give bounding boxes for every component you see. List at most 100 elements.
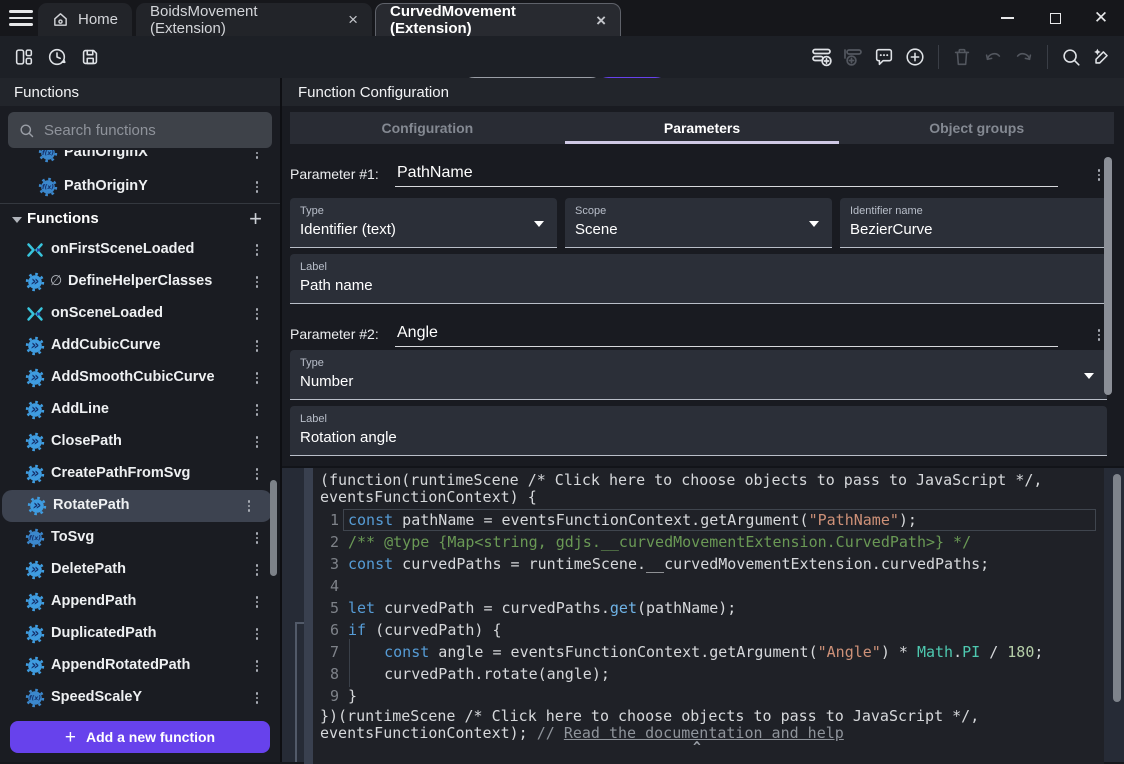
- javascript-code-editor[interactable]: (function(runtimeScene /* Click here to …: [313, 468, 1104, 764]
- code-header[interactable]: (function(runtimeScene /* Click here to …: [320, 472, 1042, 505]
- project-manager-icon[interactable]: [10, 43, 38, 71]
- item-menu-button[interactable]: [252, 242, 262, 258]
- item-label: AppendRotatedPath: [51, 657, 190, 673]
- sidebar-item-ClosePath[interactable]: »ClosePath: [0, 426, 280, 458]
- item-menu-button[interactable]: [252, 530, 262, 546]
- sidebar-item-ToSvg[interactable]: f(x)ToSvg: [0, 522, 280, 554]
- code-footer[interactable]: })(runtimeScene /* Click here to choose …: [320, 708, 979, 741]
- window-minimize-button[interactable]: [992, 6, 1022, 30]
- parameter-1-scope-field[interactable]: Scope Scene: [565, 198, 832, 248]
- add-comment-icon[interactable]: [870, 43, 898, 71]
- code-line-9[interactable]: 9}: [313, 685, 1104, 707]
- sidebar-scrollbar[interactable]: [270, 480, 277, 576]
- sidebar-item-SpeedScaleY[interactable]: f(x)SpeedScaleY: [0, 682, 280, 714]
- sidebar-item-DeletePath[interactable]: »DeletePath: [0, 554, 280, 586]
- code-line-1[interactable]: 1const pathName = eventsFunctionContext.…: [313, 509, 1104, 531]
- sidebar-item-DuplicatedPath[interactable]: »DuplicatedPath: [0, 618, 280, 650]
- sidebar-item-CreatePathFromSvg[interactable]: »CreatePathFromSvg: [0, 458, 280, 490]
- parameter-1-name-input[interactable]: [395, 160, 1058, 187]
- menu-icon[interactable]: [8, 8, 34, 28]
- code-area[interactable]: 1const pathName = eventsFunctionContext.…: [313, 509, 1104, 707]
- sidebar-item-AddLine[interactable]: »AddLine: [0, 394, 280, 426]
- code-line-3[interactable]: 3const curvedPaths = runtimeScene.__curv…: [313, 553, 1104, 575]
- code-line-5[interactable]: 5let curvedPath = curvedPaths.get(pathNa…: [313, 597, 1104, 619]
- code-line-4[interactable]: 4: [313, 575, 1104, 597]
- add-function-icon[interactable]: +: [249, 206, 262, 232]
- search-icon: [18, 122, 35, 139]
- item-menu-button[interactable]: [252, 466, 262, 482]
- history-icon[interactable]: [43, 43, 71, 71]
- search-icon[interactable]: [1057, 43, 1085, 71]
- save-icon[interactable]: [76, 43, 104, 71]
- add-subevent-icon[interactable]: [839, 43, 867, 71]
- item-menu-button[interactable]: [252, 626, 262, 642]
- close-tab-icon[interactable]: ×: [596, 12, 606, 29]
- parameter-2-name-input[interactable]: [395, 320, 1058, 347]
- tab-configuration[interactable]: Configuration: [290, 112, 565, 144]
- tab-home[interactable]: Home: [38, 3, 132, 36]
- add-new-function-button[interactable]: + Add a new function: [10, 721, 270, 753]
- search-box[interactable]: [8, 112, 272, 148]
- documentation-link[interactable]: Read the documentation and help: [564, 724, 844, 742]
- item-menu-button[interactable]: [252, 658, 262, 674]
- sidebar-item-DefineHelperClasses[interactable]: »∅DefineHelperClasses: [0, 266, 280, 298]
- expand-editor-icon[interactable]: ^: [693, 740, 701, 755]
- item-menu-button[interactable]: [252, 274, 262, 290]
- code-line-2[interactable]: 2/** @type {Map<string, gdjs.__curvedMov…: [313, 531, 1104, 553]
- item-menu-button[interactable]: [252, 562, 262, 578]
- parameter-2-menu-button[interactable]: [1094, 327, 1104, 343]
- parameter-2-label-field[interactable]: Label Rotation angle: [290, 406, 1107, 456]
- item-menu-button[interactable]: [252, 690, 262, 706]
- item-menu-button[interactable]: [244, 498, 254, 514]
- tab-boidsmovement[interactable]: BoidsMovement (Extension) ×: [136, 3, 372, 36]
- code-line-7[interactable]: 7 const angle = eventsFunctionContext.ge…: [313, 641, 1104, 663]
- parameter-1-identifier-field[interactable]: Identifier name BezierCurve: [840, 198, 1107, 248]
- configuration-scrollbar[interactable]: [1104, 157, 1112, 395]
- item-menu-button[interactable]: [252, 179, 262, 195]
- event-drag-handle[interactable]: [304, 468, 313, 764]
- sidebar-item-AppendPath[interactable]: »AppendPath: [0, 586, 280, 618]
- sidebar-item-onFirstSceneLoaded[interactable]: onFirstSceneLoaded: [0, 234, 280, 266]
- trash-icon[interactable]: [948, 43, 976, 71]
- item-menu-button[interactable]: [252, 338, 262, 354]
- sidebar-item-AddCubicCurve[interactable]: »AddCubicCurve: [0, 330, 280, 362]
- code-line-8[interactable]: 8 curvedPath.rotate(angle);: [313, 663, 1104, 685]
- refactor-icon[interactable]: [1088, 43, 1116, 71]
- sidebar-item-AppendRotatedPath[interactable]: »AppendRotatedPath: [0, 650, 280, 682]
- item-label: DefineHelperClasses: [68, 273, 212, 289]
- sidebar-item-AddSmoothCubicCurve[interactable]: »AddSmoothCubicCurve: [0, 362, 280, 394]
- collapse-caret-icon[interactable]: [12, 217, 22, 223]
- parameter-2-type-field[interactable]: Type Number: [290, 350, 1107, 400]
- item-menu-button[interactable]: [252, 402, 262, 418]
- sidebar-item-PathOriginX[interactable]: f(x)PathOriginX: [0, 150, 280, 169]
- tab-curvedmovement[interactable]: CurvedMovement (Extension) ×: [375, 3, 621, 36]
- code-line-6[interactable]: 6if (curvedPath) {: [313, 619, 1104, 641]
- tab-parameters[interactable]: Parameters: [565, 112, 840, 144]
- parameter-1-type-field[interactable]: Type Identifier (text): [290, 198, 557, 248]
- functions-group-header[interactable]: Functions +: [0, 205, 280, 235]
- sidebar-item-RotatePath[interactable]: »RotatePath: [2, 490, 272, 522]
- search-input[interactable]: [44, 122, 262, 139]
- sidebar-item-onSceneLoaded[interactable]: onSceneLoaded: [0, 298, 280, 330]
- events-scrollbar[interactable]: [1113, 474, 1121, 702]
- item-label: AppendPath: [51, 593, 136, 609]
- window-maximize-button[interactable]: [1040, 6, 1070, 30]
- item-label: ClosePath: [51, 433, 122, 449]
- sidebar-item-PathOriginY[interactable]: f(x)PathOriginY: [0, 171, 280, 203]
- add-event-icon[interactable]: [808, 43, 836, 71]
- parameter-1-label-field[interactable]: Label Path name: [290, 254, 1107, 304]
- redo-icon[interactable]: [1010, 43, 1038, 71]
- item-menu-button[interactable]: [252, 370, 262, 386]
- item-menu-button[interactable]: [252, 150, 262, 161]
- item-menu-button[interactable]: [252, 434, 262, 450]
- tab-object-groups[interactable]: Object groups: [839, 112, 1114, 144]
- undo-icon[interactable]: [979, 43, 1007, 71]
- window-close-button[interactable]: ✕: [1086, 6, 1116, 30]
- add-circle-icon[interactable]: [901, 43, 929, 71]
- item-menu-button[interactable]: [252, 594, 262, 610]
- action-icon: »: [25, 272, 45, 292]
- parameter-1-menu-button[interactable]: [1094, 167, 1104, 183]
- item-menu-button[interactable]: [252, 306, 262, 322]
- action-icon: »: [25, 624, 45, 644]
- close-tab-icon[interactable]: ×: [348, 11, 358, 28]
